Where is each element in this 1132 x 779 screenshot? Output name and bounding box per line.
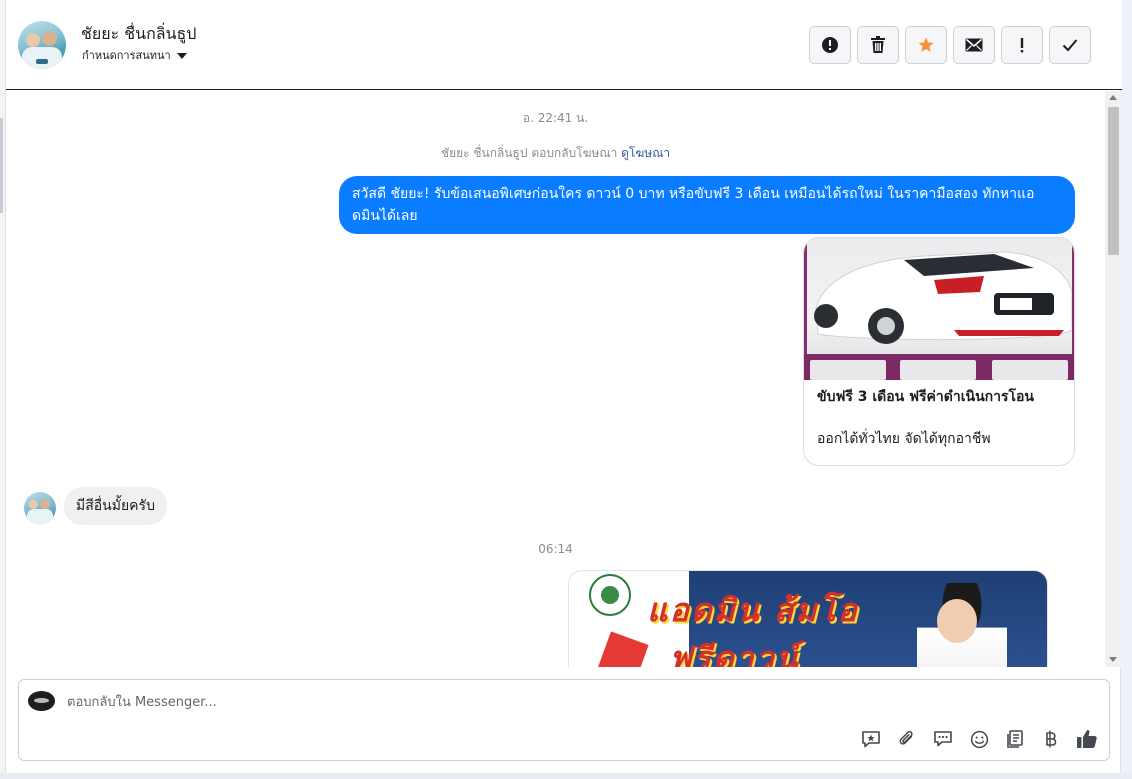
like-button[interactable] — [1075, 727, 1099, 751]
saved-reply-button[interactable] — [859, 727, 883, 751]
paperclip-icon — [899, 731, 913, 745]
chat-bubbles-icon — [934, 731, 952, 747]
left-edge-notch — [0, 118, 3, 213]
promo-line-2: ฟรีดาวน์ — [669, 639, 800, 667]
view-ad-link[interactable]: ดูโฆษณา — [621, 146, 670, 160]
ad-card-description: ออกได้ทั่วไทย จัดได้ทุกอาชีพ — [817, 431, 991, 447]
star-icon — [918, 37, 934, 52]
contact-avatar-small[interactable] — [24, 492, 56, 524]
message-list-scrollbar[interactable] — [1105, 91, 1122, 667]
conversation-settings-label: กำหนดการสนทนา — [82, 49, 171, 62]
inbox-thread-panel: ชัยยะ ชื่นกลิ่นธูป กำหนดการสนทนา อ. 22:4… — [5, 0, 1122, 773]
conversation-settings-dropdown[interactable]: กำหนดการสนทนา — [82, 46, 187, 64]
ad-card-title: ขับฟรี 3 เดือน ฟรีค่าดำเนินการโอน — [817, 389, 1034, 405]
ad-card[interactable]: ขับฟรี 3 เดือน ฟรีค่าดำเนินการโอน ออกได้… — [803, 237, 1075, 466]
exclamation-icon — [1020, 38, 1024, 53]
catalog-button[interactable] — [1003, 727, 1027, 751]
contact-avatar[interactable] — [18, 21, 66, 69]
star-button[interactable] — [905, 26, 947, 64]
emoji-button[interactable] — [967, 727, 991, 751]
thumbs-up-icon — [1077, 730, 1097, 748]
delete-button[interactable] — [857, 26, 899, 64]
check-icon — [1062, 39, 1078, 52]
bottom-edge — [0, 773, 1132, 779]
right-edge — [1121, 0, 1132, 779]
reply-input[interactable] — [67, 692, 767, 712]
promo-line-1: แอดมิน ส้มโอ — [647, 591, 859, 629]
payment-button[interactable] — [1039, 727, 1063, 751]
car-image — [804, 238, 1074, 380]
composer-toolbar — [859, 727, 1099, 751]
saved-reply-icon — [862, 731, 880, 748]
envelope-icon — [965, 38, 983, 52]
ad-reply-note: ชัยยะ ชื่นกลิ่นธูป ตอบกลับโฆษณา ดูโฆษณา — [6, 144, 1105, 163]
mark-spam-button[interactable] — [809, 26, 851, 64]
page-avatar — [28, 691, 55, 711]
scroll-down-arrow-icon[interactable] — [1109, 657, 1117, 662]
trash-icon — [871, 36, 885, 53]
quick-replies-button[interactable] — [931, 727, 955, 751]
mark-unread-button[interactable] — [953, 26, 995, 64]
scroll-up-arrow-icon[interactable] — [1109, 95, 1117, 100]
scroll-thumb[interactable] — [1108, 107, 1119, 255]
emoji-icon — [970, 730, 988, 748]
mark-done-button[interactable] — [1049, 26, 1091, 64]
caret-down-icon — [176, 52, 187, 59]
outgoing-message[interactable]: สวัสดี ชัยยะ! รับข้อเสนอพิเศษก่อนใคร ดาว… — [339, 176, 1075, 234]
attach-button[interactable] — [895, 727, 919, 751]
dealer-logo-icon — [589, 574, 631, 616]
timestamp: อ. 22:41 น. — [522, 111, 589, 125]
contact-name[interactable]: ชัยยะ ชื่นกลิ่นธูป — [81, 22, 196, 47]
baht-icon — [1046, 730, 1057, 748]
follow-up-button[interactable] — [1001, 26, 1043, 64]
timestamp: 06:14 — [538, 542, 573, 556]
promo-image-message[interactable]: แอดมิน ส้มโอ ฟรีดาวน์ — [568, 570, 1048, 667]
thread-header: ชัยยะ ชื่นกลิ่นธูป กำหนดการสนทนา — [6, 0, 1122, 90]
message-list[interactable]: อ. 22:41 น. ชัยยะ ชื่นกลิ่นธูป ตอบกลับโฆ… — [6, 91, 1105, 667]
thread-toolbar — [809, 26, 1091, 64]
incoming-message[interactable]: มีสีอื่นมั้ยครับ — [64, 487, 167, 525]
catalog-icon — [1007, 730, 1023, 748]
ad-reply-note-text: ชัยยะ ชื่นกลิ่นธูป ตอบกลับโฆษณา — [440, 146, 618, 160]
reply-composer — [18, 679, 1110, 761]
alert-circle-icon — [822, 37, 838, 53]
